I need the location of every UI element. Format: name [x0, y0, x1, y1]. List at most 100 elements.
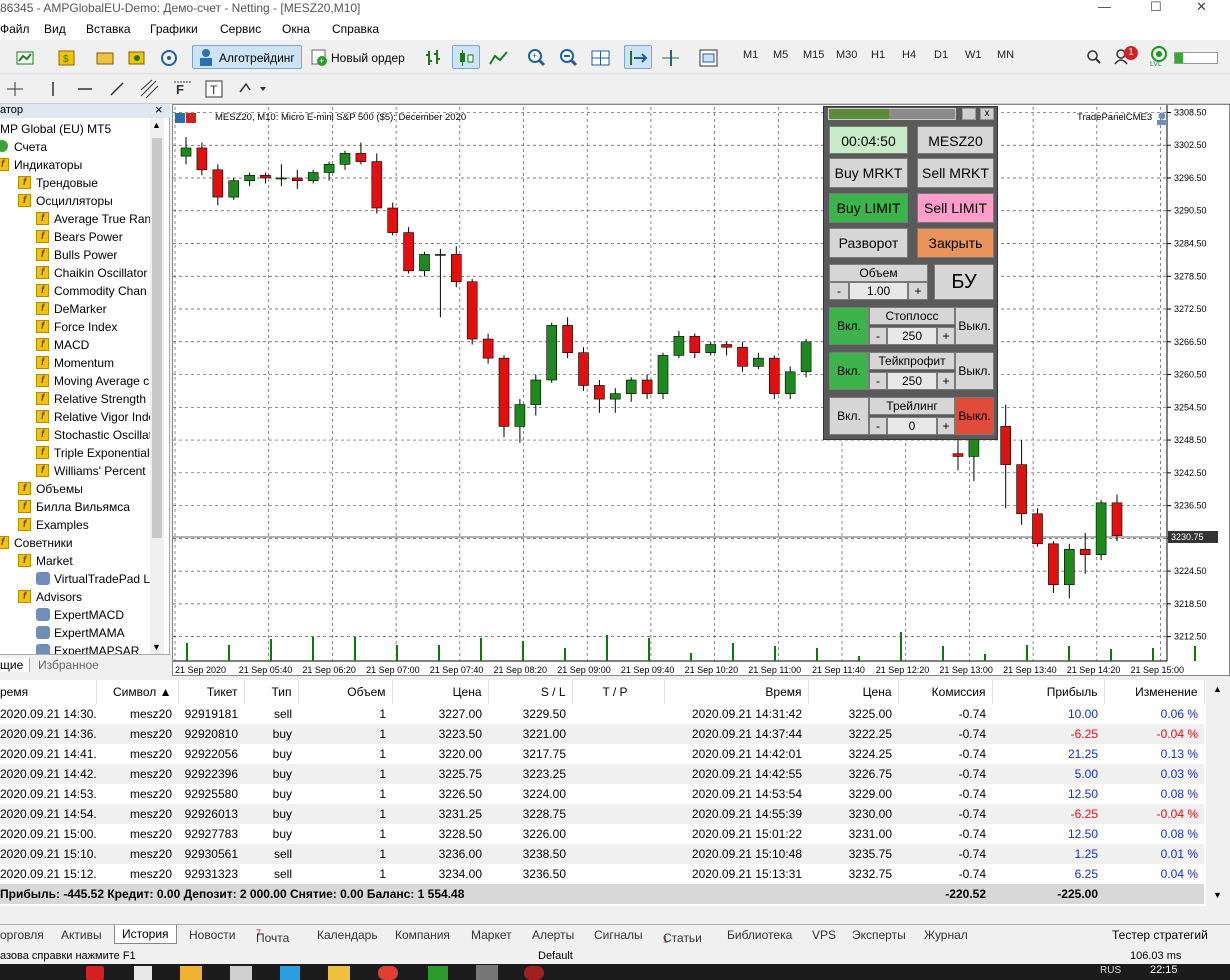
navigator-item[interactable]: f Force Index: [0, 318, 150, 336]
zoom-out-icon[interactable]: [554, 45, 582, 69]
column-header[interactable]: S / L: [488, 680, 573, 704]
algotrading-button[interactable]: Алготрейдинг: [192, 45, 302, 69]
navigator-item[interactable]: VirtualTradePad L: [0, 570, 150, 588]
navigator-item[interactable]: f Трендовые: [0, 174, 150, 192]
navigator-item[interactable]: f Bulls Power: [0, 246, 150, 264]
navigator-item[interactable]: f Moving Average c: [0, 372, 150, 390]
navigator-item[interactable]: f MACD: [0, 336, 150, 354]
chart-shift-icon[interactable]: [656, 45, 684, 69]
navigator-item[interactable]: f Average True Rang: [0, 210, 150, 228]
navigator-close-icon[interactable]: ×: [155, 102, 163, 117]
timeframe-d1[interactable]: D1: [934, 49, 948, 61]
stoploss-input[interactable]: 250: [887, 327, 937, 345]
tab-library[interactable]: Библиотека: [727, 928, 792, 942]
volume-plus-button[interactable]: +: [908, 282, 928, 300]
navigator-item[interactable]: f Осцилляторы: [0, 192, 150, 210]
stoploss-off-button[interactable]: Выкл.: [955, 307, 994, 345]
taskbar-app-icon[interactable]: [476, 965, 498, 980]
search-icon[interactable]: [1086, 49, 1102, 65]
taskbar-app-icon[interactable]: [378, 966, 398, 980]
navigator-item[interactable]: MP Global (EU) MT5: [0, 120, 150, 138]
navigator-item[interactable]: f Индикаторы: [0, 156, 150, 174]
table-row[interactable]: 2020.09.21 15:10... mesz20 92930561 sell 1 32…: [0, 844, 1204, 864]
takeprofit-minus-button[interactable]: -: [869, 372, 887, 390]
navigator-item[interactable]: f Examples: [0, 516, 150, 534]
tab-alerts[interactable]: Алерты: [532, 928, 574, 942]
menu-view[interactable]: Вид: [44, 22, 66, 36]
profiles-icon[interactable]: $: [52, 45, 80, 69]
bar-chart-icon[interactable]: [420, 45, 448, 69]
trailing-minus-button[interactable]: -: [869, 417, 887, 435]
column-header[interactable]: Цена: [392, 680, 489, 704]
navigator-item[interactable]: f Williams' Percent: [0, 462, 150, 480]
navigator-item[interactable]: f Билла Вильямса: [0, 498, 150, 516]
table-row[interactable]: 2020.09.21 14:30... mesz20 92919181 sell 1 32…: [0, 704, 1204, 724]
timeframe-m5[interactable]: M5: [773, 49, 788, 61]
fibonacci-icon[interactable]: F: [172, 78, 194, 100]
text-icon[interactable]: T: [204, 78, 226, 100]
stoploss-minus-button[interactable]: -: [869, 327, 887, 345]
tab-calendar[interactable]: Календарь: [317, 928, 378, 942]
breakeven-button[interactable]: БУ: [934, 264, 994, 300]
table-row[interactable]: 2020.09.21 14:41... mesz20 92922056 buy 1 322…: [0, 744, 1204, 764]
navigator-scrollbar[interactable]: ▲ ▼: [150, 118, 164, 654]
data-window-icon[interactable]: [122, 45, 150, 69]
navigator-item[interactable]: f Stochastic Oscillat: [0, 426, 150, 444]
taskbar-app-icon[interactable]: [328, 966, 350, 980]
table-row[interactable]: 2020.09.21 15:00... mesz20 92927783 buy 1 322…: [0, 824, 1204, 844]
navigator-item[interactable]: f Bears Power: [0, 228, 150, 246]
navigator-item[interactable]: f Momentum: [0, 354, 150, 372]
line-chart-icon[interactable]: [484, 45, 512, 69]
tab-favorites[interactable]: Избранное: [38, 658, 99, 672]
navigator-item[interactable]: Счета: [0, 138, 150, 156]
takeprofit-input[interactable]: 250: [887, 372, 937, 390]
tab-common[interactable]: щие: [0, 658, 31, 672]
timeframe-h1[interactable]: H1: [871, 49, 885, 61]
tab-market[interactable]: Маркет: [471, 928, 512, 942]
templates-icon[interactable]: [694, 45, 722, 69]
taskbar-app-icon[interactable]: [230, 966, 252, 980]
tab-experts[interactable]: Эксперты: [852, 928, 906, 942]
auto-scroll-icon[interactable]: [624, 45, 652, 69]
scroll-down-icon[interactable]: ▼: [152, 642, 161, 652]
stoploss-plus-button[interactable]: +: [937, 327, 955, 345]
column-header[interactable]: Время: [664, 680, 809, 704]
table-row[interactable]: 2020.09.21 14:42... mesz20 92922396 buy 1 322…: [0, 764, 1204, 784]
market-watch-icon[interactable]: [90, 45, 118, 69]
navigator-item[interactable]: f Advisors: [0, 588, 150, 606]
scroll-down-icon[interactable]: ▼: [1213, 890, 1222, 900]
crosshair-icon[interactable]: [4, 80, 26, 98]
column-header[interactable]: Комиссия: [898, 680, 993, 704]
column-header[interactable]: Цена: [808, 680, 899, 704]
navigator-item[interactable]: f Relative Strength I: [0, 390, 150, 408]
sell-limit-button[interactable]: Sell LIMIT: [917, 193, 994, 223]
price-chart[interactable]: 3308.50 3302.50 3296.50 3290.50 3284.50 3278.…: [172, 104, 1230, 676]
navigator-item[interactable]: f Советники: [0, 534, 150, 552]
table-row[interactable]: 2020.09.21 15:12... mesz20 92931323 sell 1 32…: [0, 864, 1204, 884]
candlestick-icon[interactable]: [452, 45, 480, 69]
tile-windows-icon[interactable]: [586, 45, 614, 69]
reverse-button[interactable]: Разворот: [829, 228, 908, 258]
column-header[interactable]: Тип: [244, 680, 299, 704]
one-click-trading-icon[interactable]: [175, 111, 211, 125]
navigator-item[interactable]: ExpertMAMA: [0, 624, 150, 642]
horizontal-line-icon[interactable]: [76, 80, 94, 98]
menu-insert[interactable]: Вставка: [86, 22, 131, 36]
navigator-item[interactable]: f Market: [0, 552, 150, 570]
trailing-on-button[interactable]: Вкл.: [829, 397, 869, 435]
takeprofit-off-button[interactable]: Выкл.: [955, 352, 994, 390]
navigator-item[interactable]: f Relative Vigor Inde: [0, 408, 150, 426]
table-row[interactable]: 2020.09.21 14:53... mesz20 92925580 buy 1 322…: [0, 784, 1204, 804]
trend-line-icon[interactable]: [108, 80, 126, 98]
tab-assets[interactable]: Активы: [61, 928, 102, 942]
menu-help[interactable]: Справка: [332, 22, 379, 36]
volume-minus-button[interactable]: -: [829, 282, 849, 300]
trailing-input[interactable]: 0: [887, 417, 937, 435]
navigator-item[interactable]: f Chaikin Oscillator: [0, 264, 150, 282]
timeframe-m1[interactable]: M1: [743, 49, 758, 61]
column-header[interactable]: Изменение: [1104, 680, 1205, 704]
tab-company[interactable]: Компания: [395, 928, 450, 942]
menu-file[interactable]: Файл: [0, 22, 30, 36]
close-icon[interactable]: ✕: [1196, 0, 1207, 15]
strategy-tester-button[interactable]: Тестер стратегий: [1112, 928, 1208, 942]
